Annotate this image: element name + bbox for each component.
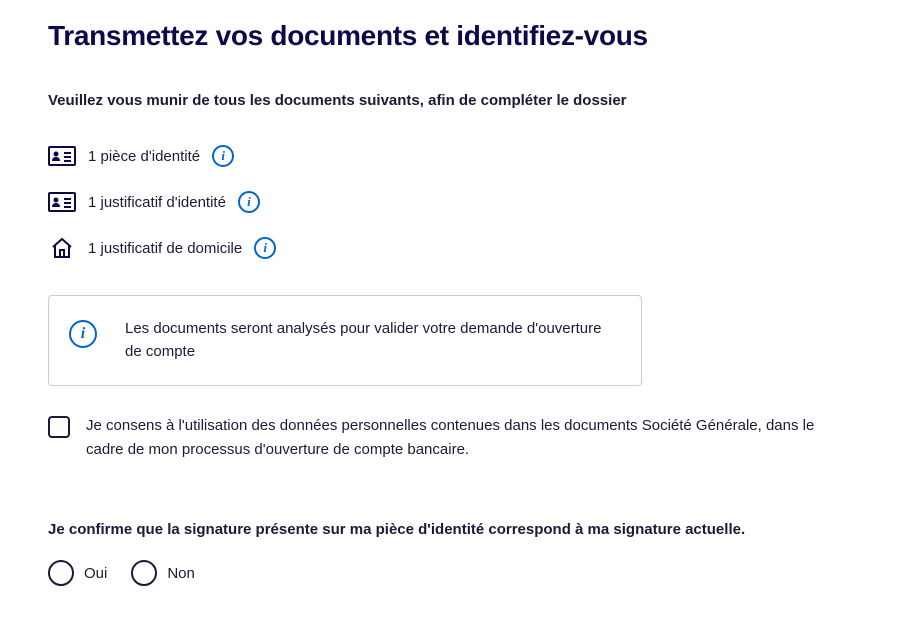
radio-yes[interactable] <box>48 560 74 586</box>
intro-text: Veuillez vous munir de tous les document… <box>48 92 855 109</box>
document-label: 1 justificatif de domicile <box>88 240 242 257</box>
consent-row: Je consens à l'utilisation des données p… <box>48 414 855 462</box>
signature-radio-group: Oui Non <box>48 560 855 586</box>
consent-text: Je consens à l'utilisation des données p… <box>86 414 855 462</box>
info-icon[interactable] <box>238 191 260 213</box>
radio-no[interactable] <box>131 560 157 586</box>
consent-checkbox[interactable] <box>48 416 70 438</box>
info-box: Les documents seront analysés pour valid… <box>48 295 642 386</box>
document-item: 1 justificatif de domicile <box>48 237 855 259</box>
document-item: 1 pièce d'identité <box>48 145 855 167</box>
id-card-icon <box>48 145 76 167</box>
info-box-text: Les documents seront analysés pour valid… <box>125 318 621 363</box>
document-list: 1 pièce d'identité 1 justificatif d'iden… <box>48 145 855 259</box>
info-icon[interactable] <box>212 145 234 167</box>
document-label: 1 pièce d'identité <box>88 148 200 165</box>
document-label: 1 justificatif d'identité <box>88 194 226 211</box>
page-title: Transmettez vos documents et identifiez-… <box>48 20 855 52</box>
id-card-icon <box>48 191 76 213</box>
radio-yes-label: Oui <box>84 565 107 582</box>
info-icon[interactable] <box>254 237 276 259</box>
document-item: 1 justificatif d'identité <box>48 191 855 213</box>
radio-no-label: Non <box>167 565 195 582</box>
house-icon <box>48 237 76 259</box>
info-icon <box>69 320 97 348</box>
signature-question: Je confirme que la signature présente su… <box>48 518 855 542</box>
